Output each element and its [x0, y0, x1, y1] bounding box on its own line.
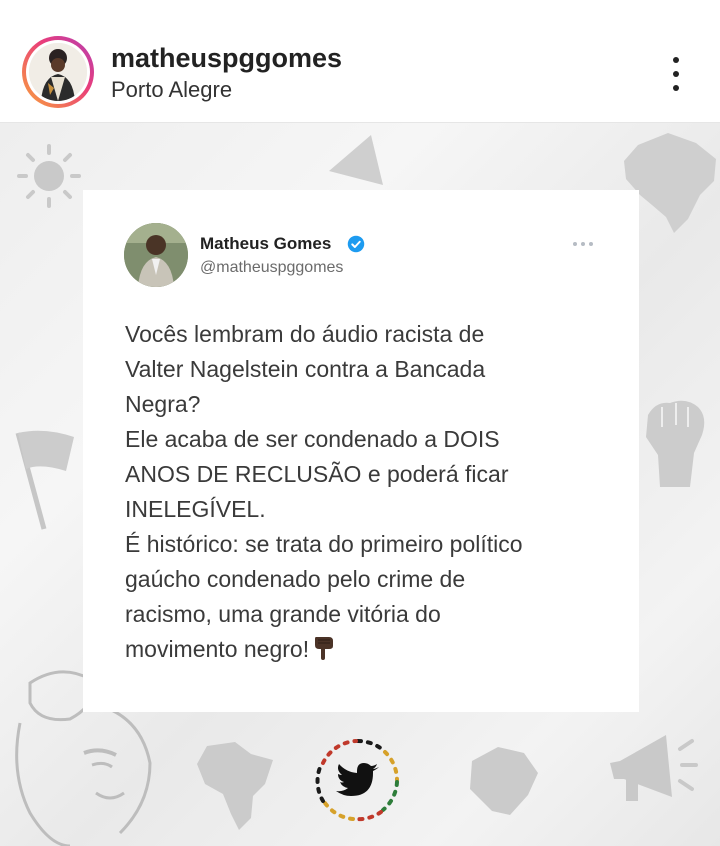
tweet-author-handle[interactable]: @matheuspggomes — [200, 259, 343, 277]
raised-fist-icon — [646, 400, 705, 487]
avatar-border — [26, 40, 90, 104]
username[interactable]: matheuspggomes — [111, 43, 342, 74]
avatar-photo — [29, 43, 87, 101]
dot — [589, 242, 593, 246]
tweet-line: Vocês lembram do áudio racista de — [125, 321, 485, 347]
tweet-line: movimento negro! — [125, 636, 310, 662]
sun-icon — [17, 144, 81, 208]
more-dot — [673, 57, 679, 63]
location-link[interactable]: Porto Alegre — [111, 77, 232, 103]
megaphone-icon — [610, 735, 698, 801]
tweet-author-name[interactable]: Matheus Gomes — [200, 234, 331, 254]
tweet-avatar[interactable] — [124, 223, 188, 287]
profile-avatar[interactable] — [22, 36, 94, 108]
more-dot — [673, 71, 679, 77]
post-image[interactable]: Matheus Gomes @matheuspggomes Vocês lemb… — [0, 123, 720, 846]
more-vertical-icon[interactable] — [660, 54, 692, 94]
pointing-down-hand-icon — [315, 637, 334, 660]
tweet-line: Valter Nagelstein contra a Bancada — [125, 356, 486, 382]
more-horizontal-icon[interactable] — [571, 239, 597, 249]
triangle-shape-icon — [329, 135, 383, 185]
dot — [573, 242, 577, 246]
tweet-line: É histórico: se trata do primeiro políti… — [125, 531, 523, 557]
tweet-line: INELEGÍVEL. — [125, 496, 266, 522]
tweet-line: Ele acaba de ser condenado a DOIS — [125, 426, 500, 452]
twitter-bird-icon — [315, 738, 399, 822]
flag-icon — [15, 430, 74, 530]
person-illustration-icon — [29, 43, 87, 101]
tweet-line: ANOS DE RECLUSÃO e poderá ficar — [125, 461, 509, 487]
dot — [581, 242, 585, 246]
state-map-icon — [470, 747, 538, 815]
africa-map-icon — [197, 742, 273, 830]
tweet-line-last: movimento negro! — [125, 632, 615, 667]
tweet-line: gaúcho condenado pelo crime de — [125, 566, 466, 592]
tweet-card: Matheus Gomes @matheuspggomes Vocês lemb… — [83, 190, 639, 712]
post-header: matheuspggomes Porto Alegre — [0, 0, 720, 123]
person-photo-icon — [124, 223, 188, 287]
more-dot — [673, 85, 679, 91]
tweet-line: racismo, uma grande vitória do — [125, 601, 441, 627]
tweet-line: Negra? — [125, 391, 201, 417]
tweet-text: Vocês lembram do áudio racista de Valter… — [125, 317, 615, 667]
verified-badge-icon — [347, 235, 365, 253]
